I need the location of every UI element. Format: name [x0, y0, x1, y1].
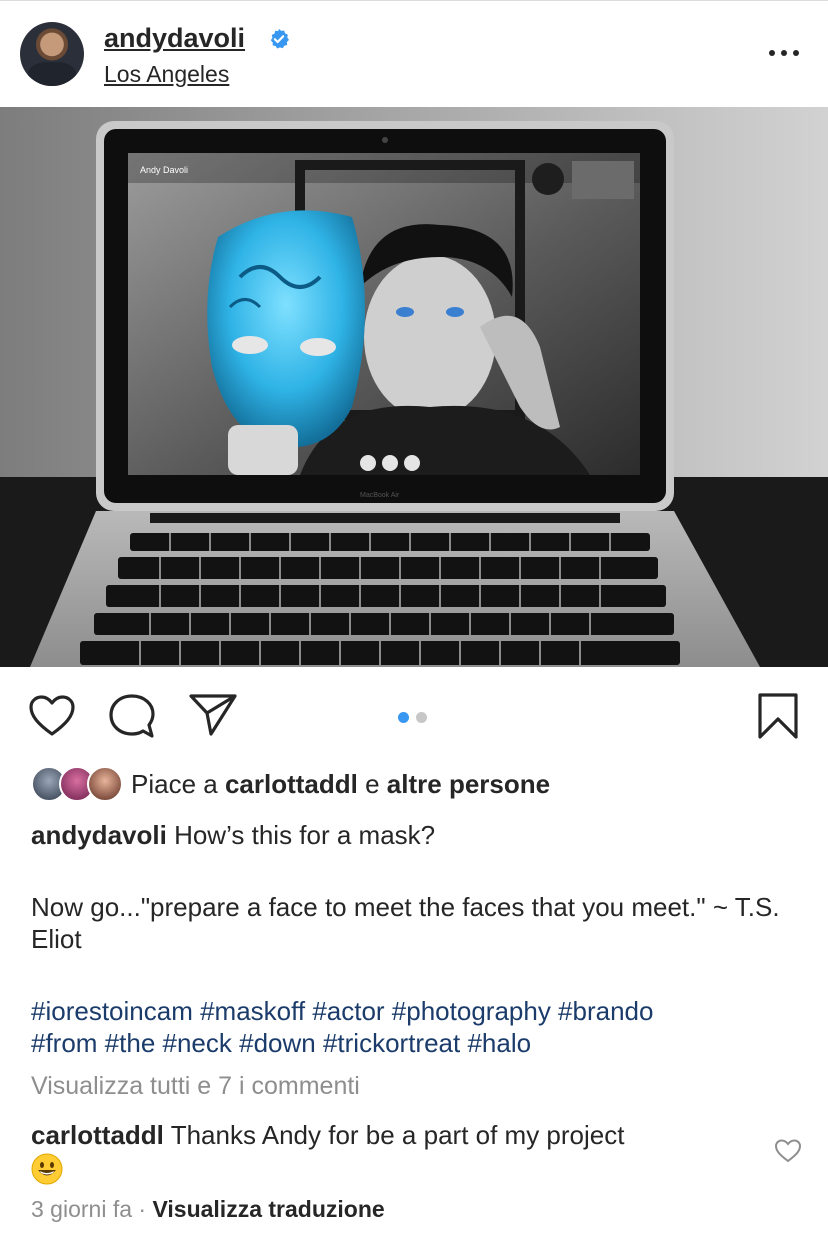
liker-avatar: [87, 766, 123, 802]
verified-badge-icon: [270, 28, 289, 49]
post-image[interactable]: Andy Davoli MacBook Air: [0, 107, 828, 667]
likes-text[interactable]: Piace a carlottaddl e altre persone: [131, 769, 550, 800]
post-meta: 3 giorni fa · Visualizza traduzione: [31, 1196, 385, 1223]
caption-text: How’s this for a mask?: [174, 820, 436, 850]
carousel-dot-active: [398, 712, 409, 723]
avatar[interactable]: [20, 22, 84, 86]
caller-name: Andy Davoli: [140, 165, 188, 175]
paper-plane-icon[interactable]: [189, 693, 237, 737]
caption-line1: andydavoli How’s this for a mask?: [31, 819, 791, 851]
hashtags-line2[interactable]: #from #the #neck #down #trickortreat #ha…: [31, 1027, 811, 1059]
laptop-model: MacBook Air: [360, 492, 400, 499]
likes-user[interactable]: carlottaddl: [225, 769, 358, 799]
comment-bubble-icon[interactable]: [109, 693, 155, 739]
more-options-icon[interactable]: [766, 41, 802, 65]
post-location[interactable]: Los Angeles: [104, 61, 229, 88]
comment-heart-icon[interactable]: [774, 1138, 802, 1164]
likes-others[interactable]: altre persone: [387, 769, 550, 799]
likes-summary[interactable]: Piace a carlottaddl e altre persone: [31, 766, 811, 804]
post-username[interactable]: andydavoli: [104, 23, 245, 54]
post-time: 3 giorni fa: [31, 1196, 133, 1222]
translate-link[interactable]: Visualizza traduzione: [152, 1196, 384, 1222]
caption-username[interactable]: andydavoli: [31, 820, 167, 850]
grinning-face-emoji: [31, 1153, 63, 1185]
carousel-dot: [416, 712, 427, 723]
comment-text: Thanks Andy for be a part of my project: [170, 1120, 625, 1150]
bookmark-icon[interactable]: [757, 692, 799, 740]
meta-separator: ·: [132, 1196, 153, 1222]
likes-prefix: Piace a: [131, 769, 225, 799]
caption-quote: Now go..."prepare a face to meet the fac…: [31, 892, 780, 954]
comment-username[interactable]: carlottaddl: [31, 1120, 164, 1150]
heart-outline-icon[interactable]: [28, 694, 76, 738]
carousel-indicator: [398, 710, 434, 728]
hashtags-line1[interactable]: #iorestoincam #maskoff #actor #photograp…: [31, 995, 811, 1027]
action-bar: [0, 667, 828, 767]
likes-middle: e: [357, 769, 387, 799]
view-all-comments-link[interactable]: Visualizza tutti e 7 i commenti: [31, 1072, 360, 1101]
comment-item: carlottaddl Thanks Andy for be a part of…: [31, 1119, 751, 1185]
post-header: andydavoli Los Angeles: [0, 1, 828, 107]
